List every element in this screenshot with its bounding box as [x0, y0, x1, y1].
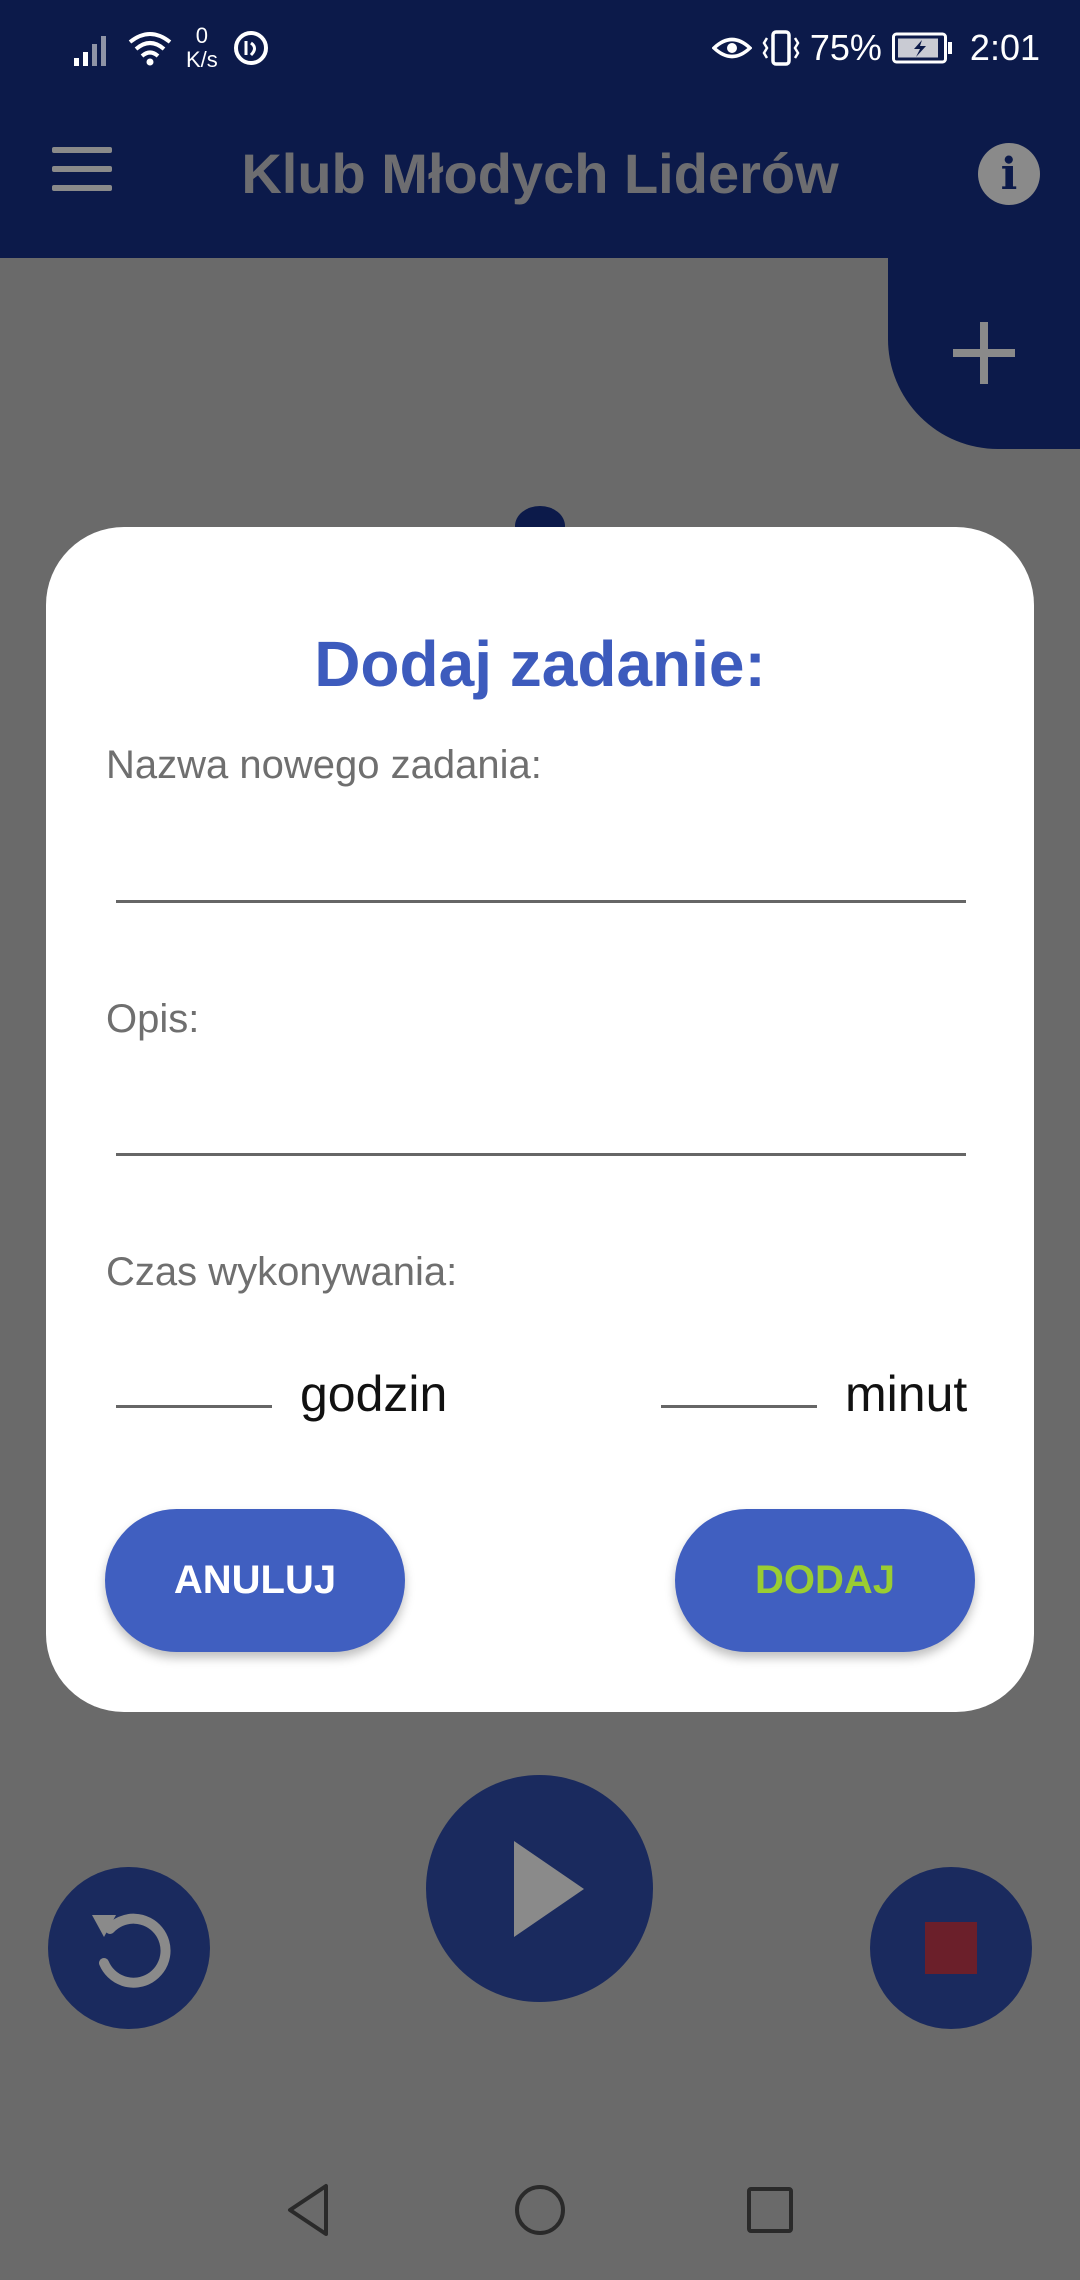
network-speed-unit: K/s: [186, 47, 218, 72]
battery-percent: 75%: [809, 27, 882, 68]
network-speed-value: 0: [195, 23, 209, 48]
add-task-dialog: Dodaj zadanie: Nazwa nowego zadania: Opi…: [46, 527, 1034, 1712]
hours-underline: [116, 1405, 272, 1408]
dialog-title: Dodaj zadanie:: [314, 628, 766, 700]
back-triangle-icon: [288, 2184, 328, 2236]
add-button[interactable]: DODAJ: [675, 1509, 975, 1652]
home-circle-icon: [515, 2185, 565, 2235]
battery-charging-icon: [891, 32, 952, 64]
play-button[interactable]: [426, 1775, 653, 2002]
status-bar: 0 K/s 75% 2:01: [0, 0, 1080, 95]
play-icon: [514, 1841, 584, 1937]
minutes-input[interactable]: [661, 1317, 817, 1397]
clock: 2:01: [969, 27, 1040, 68]
vibrate-icon: [762, 30, 800, 66]
nav-recents-button[interactable]: [740, 2180, 800, 2240]
app-bar: Klub Młodych Liderów i: [0, 95, 1080, 258]
status-left: 0 K/s: [74, 18, 270, 78]
duration-label: Czas wykonywania:: [106, 1250, 458, 1294]
description-label: Opis:: [106, 997, 200, 1041]
nav-back-button[interactable]: [280, 2180, 340, 2240]
hours-unit-label: godzin: [300, 1366, 448, 1422]
replay-icon: [92, 1913, 171, 1988]
reset-button[interactable]: [48, 1867, 210, 2029]
hours-input[interactable]: [116, 1317, 272, 1397]
task-name-underline: [116, 900, 966, 903]
nav-home-button[interactable]: [510, 2180, 570, 2240]
minutes-underline: [661, 1405, 817, 1408]
status-right: 75% 2:01: [711, 18, 1040, 78]
network-speed: 0 K/s: [186, 24, 218, 72]
description-underline: [116, 1153, 966, 1156]
info-icon: i: [1000, 149, 1018, 200]
info-button[interactable]: i: [978, 143, 1040, 205]
stop-button[interactable]: [870, 1867, 1032, 2029]
minutes-unit-label: minut: [845, 1366, 968, 1422]
app-title: Klub Młodych Liderów: [241, 142, 839, 205]
eye-comfort-icon: [711, 37, 752, 59]
plus-icon: [953, 322, 1015, 384]
add-task-button[interactable]: [888, 258, 1080, 449]
recents-square-icon: [747, 2187, 793, 2233]
data-saver-icon: [233, 31, 268, 65]
task-name-input[interactable]: [116, 827, 966, 907]
cellular-signal-icon: [74, 36, 106, 66]
cancel-button[interactable]: ANULUJ: [105, 1509, 405, 1652]
description-input[interactable]: [116, 1082, 966, 1162]
system-nav-bar: [0, 2140, 1080, 2280]
stop-icon: [925, 1922, 977, 1974]
wifi-icon: [128, 32, 172, 66]
task-name-label: Nazwa nowego zadania:: [106, 743, 542, 787]
